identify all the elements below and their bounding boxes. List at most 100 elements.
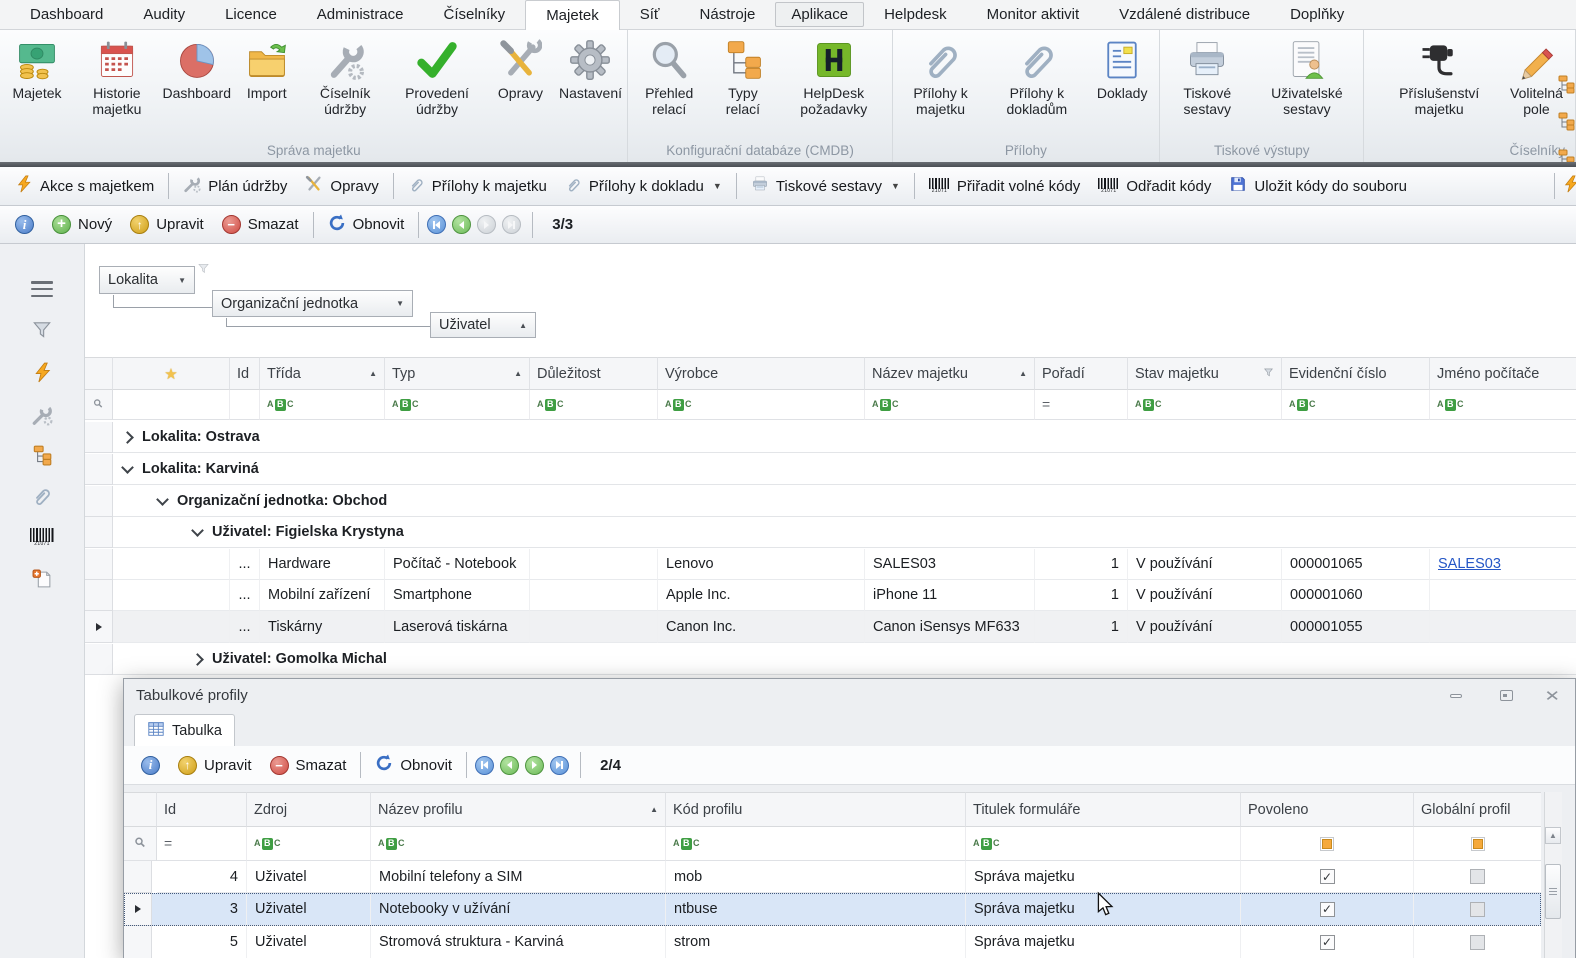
group-row-uzivatel-figielska[interactable]: Uživatel: Figielska Krystyna [85, 517, 1576, 548]
lightning-icon[interactable] [31, 361, 53, 383]
info-button[interactable] [132, 756, 169, 775]
maximize-button[interactable] [1491, 686, 1521, 705]
column-header-titulek-formulare[interactable]: Titulek formuláře [966, 792, 1241, 827]
column-header-poradi[interactable]: Pořadí [1035, 357, 1128, 390]
novy-button[interactable]: Nový [43, 215, 121, 234]
asset-row-iphone11[interactable]: ... Mobilní zařízení Smartphone Apple In… [85, 580, 1576, 611]
filter-cell-vyrobce[interactable] [658, 390, 865, 420]
filter-cell-kod[interactable] [666, 827, 966, 861]
filter-icon[interactable] [31, 319, 53, 341]
profile-row-strom[interactable]: 5 Uživatel Stromová struktura - Karviná … [124, 926, 1541, 958]
ribbon-button-prilohy-k-majetku[interactable]: Přílohy k majetku [895, 32, 987, 143]
column-header-stav-majetku[interactable]: Stav majetku [1128, 357, 1282, 390]
filter-cell-id[interactable] [230, 390, 260, 420]
collapse-icon[interactable] [191, 524, 204, 537]
filter-cell-typ[interactable] [385, 390, 530, 420]
smazat-button[interactable]: Smazat [213, 215, 308, 234]
opravy-button[interactable]: Opravy [296, 175, 387, 197]
menu-tab-nastroje[interactable]: Nástroje [680, 0, 776, 29]
collapse-icon[interactable] [121, 461, 134, 474]
last-record-button[interactable] [502, 215, 521, 234]
ribbon-button-ciselnik-udrzby[interactable]: Číselník údržby [302, 32, 389, 143]
filter-cell-nazev[interactable] [865, 390, 1035, 420]
filter-cell-evidencni[interactable] [1282, 390, 1430, 420]
cell-povoleno[interactable] [1241, 926, 1414, 958]
filter-cell-povoleno[interactable] [1241, 827, 1414, 861]
next-record-button[interactable] [525, 756, 544, 775]
org-chart-icon[interactable] [31, 444, 53, 466]
tab-tabulka[interactable]: Tabulka [134, 714, 235, 747]
groupby-field-uzivatel[interactable]: Uživatel ▲ [430, 312, 536, 338]
ulozit-kody-do-souboru-button[interactable]: Uložit kódy do souboru [1220, 175, 1416, 197]
menu-tab-majetek[interactable]: Majetek [525, 0, 620, 30]
filter-cell-trida[interactable] [260, 390, 385, 420]
menu-tab-administrace[interactable]: Administrace [297, 0, 424, 29]
column-header-povoleno[interactable]: Povoleno [1241, 792, 1414, 827]
dialog-title-bar[interactable]: Tabulkové profily [124, 679, 1575, 712]
ribbon-button-majetek[interactable]: Majetek [2, 32, 72, 143]
collapse-icon[interactable] [156, 493, 169, 506]
menu-tab-helpdesk[interactable]: Helpdesk [864, 0, 967, 29]
asset-row-sales03[interactable]: ... Hardware Počítač - Notebook Lenovo S… [85, 549, 1576, 580]
org-chart-icon[interactable] [1556, 111, 1576, 136]
toolbar-overflow-button[interactable] [1560, 175, 1570, 197]
column-header-zdroj[interactable]: Zdroj [247, 792, 371, 827]
filter-cell-stav[interactable] [1128, 390, 1282, 420]
column-header-id[interactable]: Id [230, 357, 260, 390]
ribbon-button-nastaveni[interactable]: Nastavení [555, 32, 625, 143]
column-header-id[interactable]: Id [157, 792, 247, 827]
upravit-button[interactable]: Upravit [121, 215, 213, 234]
scrollbar-thumb[interactable] [1545, 864, 1561, 919]
ribbon-button-doklady[interactable]: Doklady [1087, 32, 1157, 143]
obnovit-button[interactable]: Obnovit [319, 214, 414, 236]
cell-expand-dots[interactable]: ... [230, 549, 260, 580]
column-header-trida[interactable]: Třída▲ [260, 357, 385, 390]
filter-icon[interactable] [1263, 366, 1274, 382]
group-row-lokalita-karvina[interactable]: Lokalita: Karviná [85, 454, 1576, 485]
menu-tab-vzdalene-distribuce[interactable]: Vzdálené distribuce [1099, 0, 1270, 29]
profile-row-mob[interactable]: 4 Uživatel Mobilní telefony a SIM mob Sp… [124, 861, 1541, 893]
menu-hamburger-icon[interactable] [31, 278, 53, 300]
ribbon-button-historie-majetku[interactable]: Historie majetku [72, 32, 162, 143]
ribbon-button-helpdesk-pozadavky[interactable]: HelpDesk požadavky [778, 32, 890, 143]
new-document-icon[interactable] [31, 568, 53, 590]
prilohy-k-dokladu-button[interactable]: Přílohy k dokladu ▼ [556, 176, 731, 197]
computer-link[interactable]: SALES03 [1438, 556, 1501, 572]
priradit-volne-kody-button[interactable]: Přiřadit volné kódy [920, 178, 1089, 195]
org-chart-icon[interactable] [1556, 74, 1576, 99]
cell-povoleno[interactable] [1241, 893, 1414, 926]
column-header-typ[interactable]: Typ▲ [385, 357, 530, 390]
cell-globalni[interactable] [1414, 861, 1541, 893]
column-header-dulezitost[interactable]: Důležitost [530, 357, 658, 390]
first-record-button[interactable] [427, 215, 446, 234]
column-header-globalni-profil[interactable]: Globální profil [1414, 792, 1541, 827]
smazat-button[interactable]: Smazat [261, 756, 356, 775]
groupby-field-lokalita[interactable]: Lokalita ▼ [99, 266, 195, 294]
menu-tab-aplikace[interactable]: Aplikace [775, 2, 864, 27]
menu-tab-ciselniky[interactable]: Číselníky [424, 0, 526, 29]
plan-udrzby-button[interactable]: Plán údržby [174, 175, 296, 197]
cell-expand-dots[interactable]: ... [230, 580, 260, 611]
menu-tab-dashboard[interactable]: Dashboard [10, 0, 123, 29]
prilohy-k-majetku-button[interactable]: Přílohy k majetku [399, 176, 556, 197]
column-header-nazev-profilu[interactable]: Název profilu▲ [371, 792, 666, 827]
filter-cell-globalni[interactable] [1414, 827, 1541, 861]
odradit-kody-button[interactable]: Odřadit kódy [1089, 178, 1220, 195]
group-row-lokalita-ostrava[interactable]: Lokalita: Ostrava [85, 422, 1576, 453]
group-row-uzivatel-gomolka[interactable]: Uživatel: Gomolka Michal [85, 644, 1576, 675]
close-button[interactable]: ✕ [1537, 686, 1567, 705]
menu-tab-sit[interactable]: Síť [620, 0, 680, 29]
scroll-up-button[interactable]: ▲ [1545, 827, 1561, 844]
vertical-scrollbar[interactable]: ▲ [1544, 792, 1562, 958]
filter-pin-icon[interactable] [85, 390, 113, 420]
column-header-jmeno-pocitace[interactable]: Jméno počítače [1430, 357, 1576, 390]
column-header-vyrobce[interactable]: Výrobce [658, 357, 865, 390]
upravit-button[interactable]: Upravit [169, 756, 261, 775]
ribbon-button-tiskove-sestavy[interactable]: Tiskové sestavy [1162, 32, 1252, 143]
info-button[interactable] [6, 215, 43, 234]
filter-cell-jmeno[interactable] [1430, 390, 1576, 420]
cell-expand-dots[interactable]: ... [230, 611, 260, 643]
menu-tab-licence[interactable]: Licence [205, 0, 297, 29]
groupby-field-organizacni-jednotka[interactable]: Organizační jednotka ▼ [212, 290, 413, 317]
cell-povoleno[interactable] [1241, 861, 1414, 893]
